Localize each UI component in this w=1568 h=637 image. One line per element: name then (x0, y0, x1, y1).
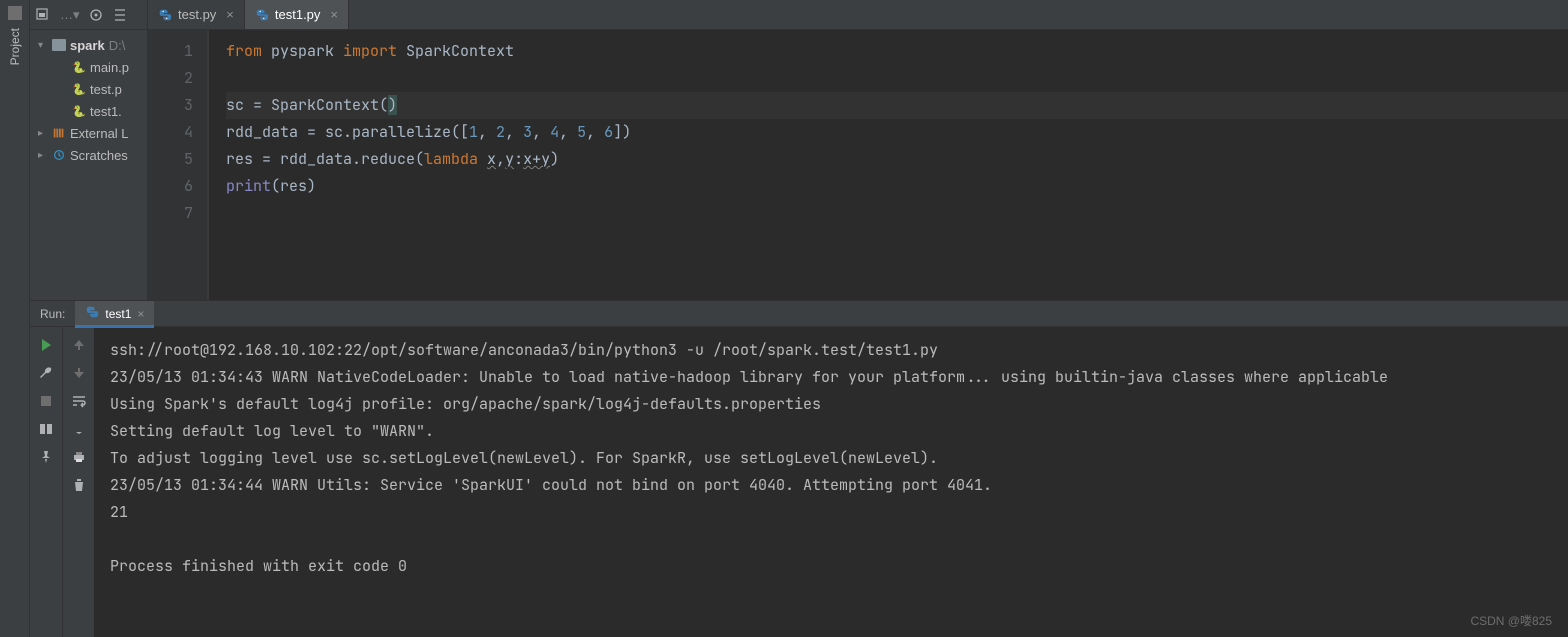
chevron-down-icon: ▾ (38, 40, 48, 51)
python-file-icon (158, 8, 172, 22)
code-area[interactable]: from pyspark import SparkContext sc = Sp… (208, 30, 1568, 300)
expand-all-icon[interactable] (112, 7, 128, 23)
toolbar-ellipsis[interactable]: …▾ (60, 7, 80, 23)
chevron-right-icon: ▸ (38, 128, 48, 139)
library-icon (52, 126, 66, 140)
project-icon (8, 6, 22, 20)
project-sidebar: …▾ ▾ spark D:\ main.p (30, 0, 148, 300)
close-icon[interactable]: × (330, 7, 338, 22)
pin-icon[interactable] (38, 449, 54, 465)
gutter: 1234567 (148, 30, 208, 300)
scratches-icon (52, 148, 66, 162)
run-header: Run: test1 × (30, 301, 1568, 327)
tree-file[interactable]: test1. (30, 100, 147, 122)
up-arrow-icon[interactable] (71, 337, 87, 353)
root-name: spark (70, 38, 105, 53)
run-tab-label: test1 (105, 307, 131, 321)
folder-icon (52, 39, 66, 51)
top-row: …▾ ▾ spark D:\ main.p (30, 0, 1568, 300)
project-tree: ▾ spark D:\ main.p test.p test1. (30, 30, 147, 170)
scratches-label: Scratches (70, 148, 128, 163)
run-tab[interactable]: test1 × (75, 301, 154, 327)
root-path: D:\ (109, 38, 126, 53)
layout-icon[interactable] (38, 421, 54, 437)
trash-icon[interactable] (71, 477, 87, 493)
editor: test.py × test1.py × 1234567 from pyspar… (148, 0, 1568, 300)
python-file-icon (85, 305, 99, 322)
tree-file[interactable]: test.p (30, 78, 147, 100)
tree-file[interactable]: main.p (30, 56, 147, 78)
tab-label: test.py (178, 7, 216, 22)
python-file-icon (255, 8, 269, 22)
run-icon-column-left (30, 327, 62, 637)
close-icon[interactable]: × (137, 307, 144, 321)
stop-icon[interactable] (38, 393, 54, 409)
tab-test-py[interactable]: test.py × (148, 0, 245, 29)
file-name: test1. (90, 104, 122, 119)
editor-tabs: test.py × test1.py × (148, 0, 1568, 30)
file-name: main.p (90, 60, 129, 75)
editor-body[interactable]: 1234567 from pyspark import SparkContext… (148, 30, 1568, 300)
project-view-dropdown-icon[interactable] (36, 7, 52, 23)
tree-scratches[interactable]: ▸ Scratches (30, 144, 147, 166)
run-body: ssh://root@192.168.10.102:22/opt/softwar… (30, 327, 1568, 637)
down-arrow-icon[interactable] (71, 365, 87, 381)
chevron-right-icon: ▸ (38, 150, 48, 161)
python-file-icon (72, 104, 86, 118)
run-panel: Run: test1 × (30, 300, 1568, 637)
scroll-to-end-icon[interactable] (71, 421, 87, 437)
run-icon-column-right (62, 327, 94, 637)
wrench-icon[interactable] (38, 365, 54, 381)
tab-label: test1.py (275, 7, 321, 22)
run-label: Run: (30, 307, 75, 321)
project-tool-tab[interactable]: Project (0, 0, 30, 637)
project-label: Project (8, 28, 22, 65)
tab-test1-py[interactable]: test1.py × (245, 0, 349, 29)
close-icon[interactable]: × (226, 7, 234, 22)
tree-root[interactable]: ▾ spark D:\ (30, 34, 147, 56)
print-icon[interactable] (71, 449, 87, 465)
console-output[interactable]: ssh://root@192.168.10.102:22/opt/softwar… (94, 327, 1568, 637)
python-file-icon (72, 60, 86, 74)
main-area: …▾ ▾ spark D:\ main.p (30, 0, 1568, 637)
external-label: External L (70, 126, 129, 141)
rerun-icon[interactable] (38, 337, 54, 353)
select-opened-file-icon[interactable] (88, 7, 104, 23)
watermark: CSDN @喽825 (1470, 612, 1552, 629)
soft-wrap-icon[interactable] (71, 393, 87, 409)
python-file-icon (72, 82, 86, 96)
project-toolbar: …▾ (30, 0, 147, 30)
tree-external[interactable]: ▸ External L (30, 122, 147, 144)
file-name: test.p (90, 82, 122, 97)
